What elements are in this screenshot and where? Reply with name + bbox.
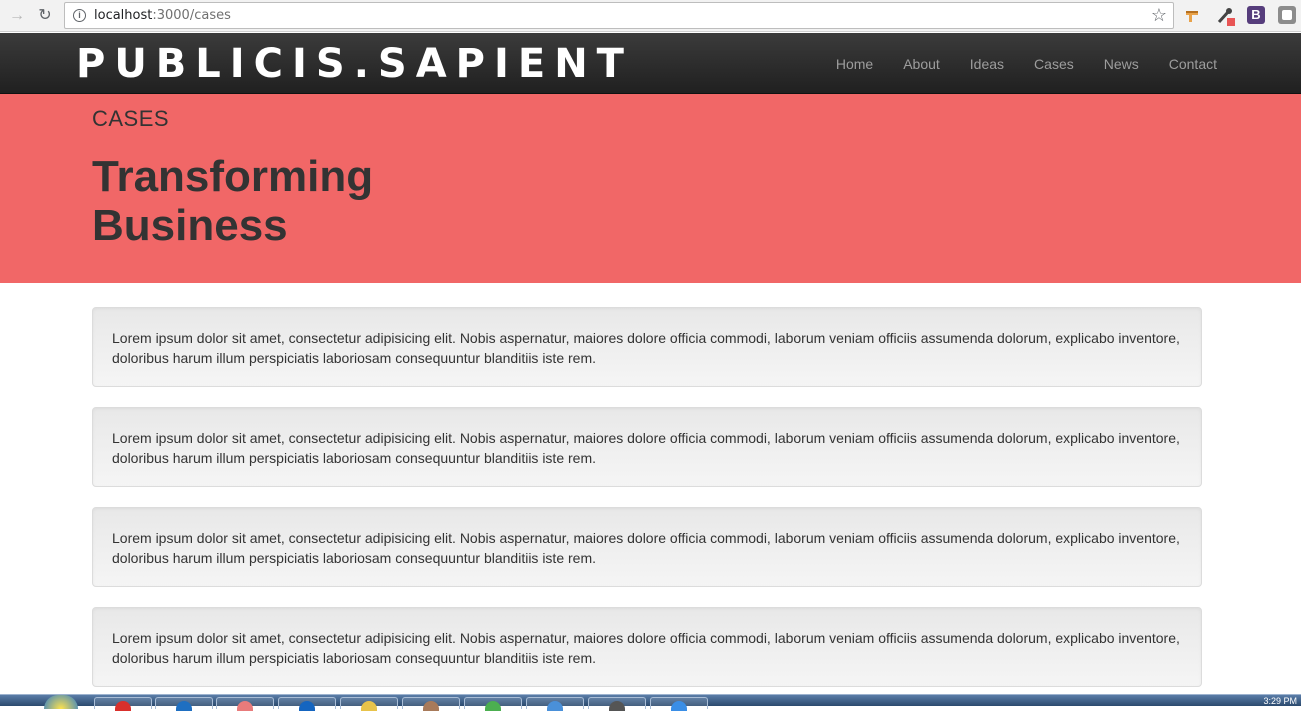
case-card-text: Lorem ipsum dolor sit amet, consectetur … [112, 330, 1180, 366]
case-card: Lorem ipsum dolor sit amet, consectetur … [92, 607, 1202, 687]
star-icon[interactable]: ☆ [1151, 5, 1167, 26]
globe-icon [671, 701, 687, 711]
taskbar-chrome-button[interactable] [94, 697, 152, 711]
nav-link-contact[interactable]: Contact [1169, 56, 1217, 72]
reload-icon[interactable]: ↻ [34, 5, 56, 27]
nav-link-about[interactable]: About [903, 56, 940, 72]
nav-link-news[interactable]: News [1104, 56, 1139, 72]
taskbar-paint-button[interactable] [216, 697, 274, 711]
taskbar-explorer-button[interactable] [340, 697, 398, 711]
back-arrow-icon[interactable]: → [6, 5, 28, 27]
case-list: Lorem ipsum dolor sit amet, consectetur … [92, 307, 1202, 707]
info-icon[interactable]: i [73, 9, 86, 22]
paint-icon [237, 701, 253, 711]
os-taskbar: 3:29 PM [0, 694, 1301, 711]
case-card-text: Lorem ipsum dolor sit amet, consectetur … [112, 530, 1180, 566]
taskbar-maps-button[interactable] [464, 697, 522, 711]
case-card: Lorem ipsum dolor sit amet, consectetur … [92, 407, 1202, 487]
case-card-text: Lorem ipsum dolor sit amet, consectetur … [112, 630, 1180, 666]
case-card: Lorem ipsum dolor sit amet, consectetur … [92, 307, 1202, 387]
address-bar[interactable]: i localhost:3000/cases ☆ [64, 2, 1174, 29]
extension-bootstrap-icon[interactable]: B [1247, 6, 1265, 24]
chrome-icon [115, 701, 131, 711]
editor-icon [176, 701, 192, 711]
nav-links: Home About Ideas Cases News Contact [806, 33, 1217, 94]
folder-icon [361, 701, 377, 711]
case-card-text: Lorem ipsum dolor sit amet, consectetur … [112, 430, 1180, 466]
window-icon [547, 701, 563, 711]
taskbar-window-button[interactable] [526, 697, 584, 711]
hero-kicker: CASES [92, 106, 170, 131]
hero-banner: CASES Transforming Business [0, 94, 1301, 283]
url-text[interactable]: localhost:3000/cases [94, 8, 231, 23]
site-navbar: PUBLICIS.SAPIENT Home About Ideas Cases … [0, 33, 1301, 94]
app-icon [299, 701, 315, 711]
hero-title: Transforming Business [92, 152, 374, 250]
case-card: Lorem ipsum dolor sit amet, consectetur … [92, 507, 1202, 587]
notes-icon [423, 701, 439, 711]
taskbar-clock[interactable]: 3:29 PM [1263, 696, 1297, 706]
taskbar-ie-button[interactable] [650, 697, 708, 711]
maps-icon [485, 701, 501, 711]
extension-box-icon[interactable] [1278, 6, 1296, 24]
extension-eyedropper-icon[interactable] [1215, 6, 1235, 26]
nav-link-cases[interactable]: Cases [1034, 56, 1074, 72]
url-path: :3000/cases [152, 8, 231, 23]
url-host: localhost [94, 8, 153, 23]
terminal-icon [609, 701, 625, 711]
extension-pin-icon[interactable] [1183, 6, 1201, 24]
nav-link-home[interactable]: Home [836, 56, 873, 72]
start-button-icon[interactable] [44, 695, 78, 709]
brand-logo[interactable]: PUBLICIS.SAPIENT [76, 43, 633, 85]
taskbar-terminal-button[interactable] [588, 697, 646, 711]
taskbar-vscode-button[interactable] [155, 697, 213, 711]
nav-link-ideas[interactable]: Ideas [970, 56, 1004, 72]
taskbar-notes-button[interactable] [402, 697, 460, 711]
taskbar-app-button[interactable] [278, 697, 336, 711]
browser-toolbar: → ↻ i localhost:3000/cases ☆ B [0, 0, 1301, 32]
